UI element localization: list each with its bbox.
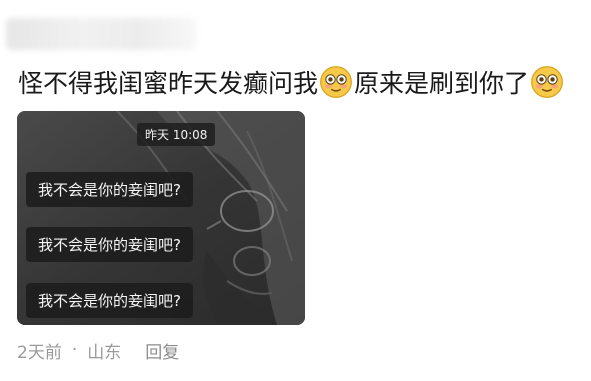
post-text-part2: 原来是刷到你了 xyxy=(354,69,530,98)
reply-button[interactable]: 回复 xyxy=(145,338,179,363)
meta-separator: · xyxy=(71,340,78,360)
chat-bubble: 我不会是你的妾闺吧? xyxy=(26,227,193,262)
post-meta: 2天前 · 山东 回复 xyxy=(17,337,179,363)
post-time: 2天前 xyxy=(17,342,62,363)
chat-bubble: 我不会是你的妾闺吧? xyxy=(26,172,193,207)
post-location: 山东 xyxy=(87,342,122,363)
chat-bubble-text: 我不会是你的妾闺吧? xyxy=(38,292,181,310)
chat-bubble: 我不会是你的妾闺吧? xyxy=(26,283,193,318)
chat-bubble-text: 我不会是你的妾闺吧? xyxy=(38,236,181,254)
chat-bubble-text: 我不会是你的妾闺吧? xyxy=(38,181,181,199)
post-text-part1: 怪不得我闺蜜昨天发癫问我 xyxy=(18,69,319,98)
flushed-face-icon xyxy=(531,66,563,98)
flushed-face-icon xyxy=(320,66,352,98)
message-timestamp: 昨天 10:08 xyxy=(137,123,216,146)
comment-post: 怪不得我闺蜜昨天发癫问我 原来是刷到你了 昨天 10:08 我不会是你的妾闺吧?… xyxy=(0,0,591,381)
blurred-username xyxy=(6,18,196,50)
chat-screenshot-image[interactable]: 昨天 10:08 我不会是你的妾闺吧? 我不会是你的妾闺吧? 我不会是你的妾闺吧… xyxy=(17,111,305,325)
post-text: 怪不得我闺蜜昨天发癫问我 原来是刷到你了 xyxy=(18,60,565,104)
